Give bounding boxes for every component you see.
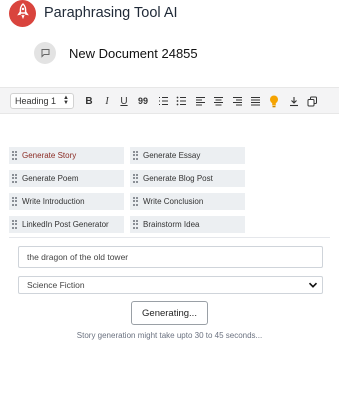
align-right-button[interactable] [231, 94, 243, 108]
template-label: Generate Poem [22, 174, 79, 183]
genre-select-value: Science Fiction [27, 280, 85, 290]
align-center-button[interactable] [212, 94, 224, 108]
drag-handle-icon [133, 151, 138, 160]
heading-select[interactable]: Heading 1 ▲ ▼ [10, 93, 74, 109]
template-generate-blog-post[interactable]: Generate Blog Post [130, 170, 245, 187]
align-justify-icon [250, 96, 261, 106]
template-write-introduction[interactable]: Write Introduction [9, 193, 124, 210]
drag-handle-icon [133, 174, 138, 183]
section-divider [9, 237, 330, 238]
generate-button-label: Generating... [142, 307, 197, 319]
bullet-list-button[interactable] [175, 94, 187, 108]
align-justify-button[interactable] [249, 94, 261, 108]
updown-caret-icon: ▲ ▼ [63, 95, 69, 106]
template-label: LinkedIn Post Generator [22, 220, 109, 229]
copy-icon [307, 96, 318, 107]
app-logo[interactable] [9, 0, 36, 27]
ordered-list-icon [158, 96, 169, 106]
ordered-list-button[interactable] [157, 94, 169, 108]
bullet-list-icon [176, 96, 187, 106]
drag-handle-icon [133, 197, 138, 206]
download-button[interactable] [288, 94, 300, 108]
document-title[interactable]: New Document 24855 [69, 46, 198, 61]
underline-button[interactable]: U [118, 94, 130, 108]
template-label: Generate Blog Post [143, 174, 213, 183]
template-label: Generate Story [22, 151, 77, 160]
template-brainstorm-idea[interactable]: Brainstorm Idea [130, 216, 245, 233]
story-prompt-input[interactable] [18, 246, 323, 268]
template-generate-story[interactable]: Generate Story [9, 147, 124, 164]
align-left-icon [195, 96, 206, 106]
genre-select[interactable]: Science Fiction [18, 276, 323, 294]
template-label: Brainstorm Idea [143, 220, 200, 229]
bold-button[interactable]: B [83, 94, 95, 108]
template-write-conclusion[interactable]: Write Conclusion [130, 193, 245, 210]
drag-handle-icon [12, 174, 17, 183]
template-label: Write Introduction [22, 197, 85, 206]
editor-toolbar: Heading 1 ▲ ▼ B I U 99 [0, 87, 339, 114]
download-icon [289, 96, 299, 107]
chevron-down-icon [308, 280, 318, 292]
drag-handle-icon [12, 151, 17, 160]
lightbulb-icon [269, 95, 279, 108]
template-generate-poem[interactable]: Generate Poem [9, 170, 124, 187]
copy-button[interactable] [306, 94, 318, 108]
generate-button[interactable]: Generating... [131, 301, 208, 325]
drag-handle-icon [12, 197, 17, 206]
app-header: Paraphrasing Tool AI [0, 0, 339, 30]
align-left-button[interactable] [194, 94, 206, 108]
drag-handle-icon [133, 220, 138, 229]
template-label: Generate Essay [143, 151, 201, 160]
generation-note: Story generation might take upto 30 to 4… [76, 331, 263, 340]
message-icon[interactable] [34, 42, 56, 64]
lightbulb-button[interactable] [268, 94, 280, 108]
drag-handle-icon [12, 220, 17, 229]
app-title: Paraphrasing Tool AI [44, 5, 178, 21]
heading-select-value: Heading 1 [15, 96, 57, 106]
italic-button[interactable]: I [101, 94, 113, 108]
template-generate-essay[interactable]: Generate Essay [130, 147, 245, 164]
document-row: New Document 24855 [34, 42, 198, 64]
align-center-icon [213, 96, 224, 106]
align-right-icon [232, 96, 243, 106]
template-linkedin-post-generator[interactable]: LinkedIn Post Generator [9, 216, 124, 233]
rocket-icon [16, 3, 30, 24]
quote-button[interactable]: 99 [137, 94, 149, 108]
template-label: Write Conclusion [143, 197, 204, 206]
